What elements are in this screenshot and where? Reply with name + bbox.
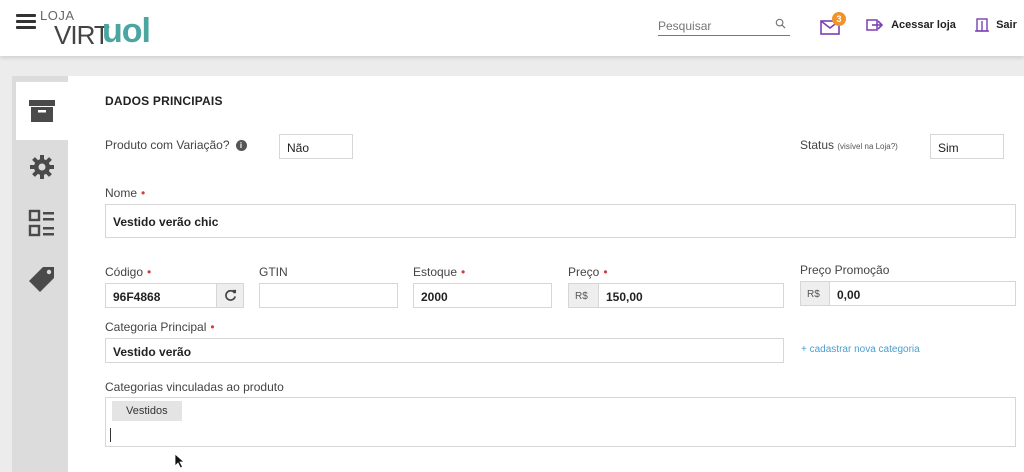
logout-label: Sair <box>996 19 1017 31</box>
code-label-group: Código • <box>105 265 151 279</box>
sidebar-item-settings[interactable] <box>16 138 68 196</box>
category-chip[interactable]: Vestidos <box>112 401 182 421</box>
tag-icon <box>29 267 54 292</box>
name-label: Nome <box>105 186 138 200</box>
linked-categories-label: Categorias vinculadas ao produto <box>105 380 284 394</box>
search-icon[interactable] <box>775 18 786 29</box>
linked-categories-input[interactable]: Vestidos <box>105 397 1016 447</box>
variation-select[interactable]: Não <box>279 134 353 159</box>
refresh-icon <box>224 289 236 301</box>
sidebar-item-promotions[interactable] <box>16 250 68 308</box>
status-select[interactable]: Sim <box>930 134 1004 159</box>
required-mark: • <box>461 265 466 279</box>
search-input[interactable] <box>658 16 768 33</box>
required-mark: • <box>603 265 608 279</box>
sidebar-item-product[interactable] <box>16 82 68 140</box>
sidebar <box>12 76 68 472</box>
promo-currency-prefix: R$ <box>800 281 830 306</box>
door-icon <box>975 18 989 32</box>
status-sublabel: (visível na Loja?) <box>837 142 898 151</box>
status-label-group: Status (visível na Loja?) <box>800 138 898 152</box>
price-label-group: Preço • <box>568 265 608 279</box>
gtin-label: GTIN <box>259 265 288 279</box>
access-store-link[interactable]: Acessar loja <box>866 18 956 32</box>
menu-icon[interactable] <box>16 14 36 30</box>
external-link-icon <box>866 19 884 31</box>
code-input[interactable]: 96F4868 <box>105 283 217 308</box>
required-mark: • <box>210 320 215 334</box>
new-category-link[interactable]: + cadastrar nova categoria <box>801 344 920 355</box>
category-label: Categoria Principal <box>105 320 207 334</box>
variation-label-group: Produto com Variação? i <box>105 138 247 152</box>
product-form: DADOS PRINCIPAIS Produto com Variação? i … <box>68 76 1024 472</box>
category-select[interactable]: Vestido verão <box>105 338 784 363</box>
top-header: LOJA VIRT uol 3 Acessar loja Sair <box>0 0 1024 56</box>
mail-count-badge: 3 <box>832 12 846 26</box>
code-label: Código <box>105 265 144 279</box>
logo-virt-text: VIRT <box>54 20 110 50</box>
logo[interactable]: LOJA VIRT uol <box>40 6 170 50</box>
name-label-group: Nome • <box>105 186 145 200</box>
category-label-group: Categoria Principal • <box>105 320 215 334</box>
mouse-pointer-icon <box>174 453 186 469</box>
info-icon[interactable]: i <box>235 140 247 151</box>
price-label: Preço <box>568 265 600 279</box>
required-mark: • <box>141 186 146 200</box>
stock-input[interactable]: 2000 <box>413 283 552 308</box>
status-label: Status <box>800 138 835 152</box>
search-box <box>658 16 790 36</box>
price-input[interactable]: 150,00 <box>598 283 784 308</box>
promo-price-label: Preço Promoção <box>800 263 890 277</box>
gear-icon <box>30 155 54 179</box>
promo-price-input[interactable]: 0,00 <box>829 281 1016 306</box>
stock-label: Estoque <box>413 265 458 279</box>
logout-link[interactable]: Sair <box>975 18 1017 32</box>
required-mark: • <box>147 265 152 279</box>
text-caret <box>110 428 111 442</box>
stock-label-group: Estoque • <box>413 265 465 279</box>
sidebar-item-layout[interactable] <box>16 194 68 252</box>
regenerate-code-button[interactable] <box>216 283 244 308</box>
price-currency-prefix: R$ <box>568 283 599 308</box>
access-store-label: Acessar loja <box>891 19 956 31</box>
variation-label: Produto com Variação? <box>105 138 230 152</box>
gtin-input[interactable] <box>259 283 398 308</box>
messages-button[interactable]: 3 <box>820 12 846 38</box>
logo-uol-text: uol <box>102 12 151 50</box>
dashboard-icon <box>28 209 54 237</box>
box-icon <box>29 100 55 122</box>
section-title: DADOS PRINCIPAIS <box>105 94 223 108</box>
name-input[interactable]: Vestido verão chic <box>105 204 1016 238</box>
